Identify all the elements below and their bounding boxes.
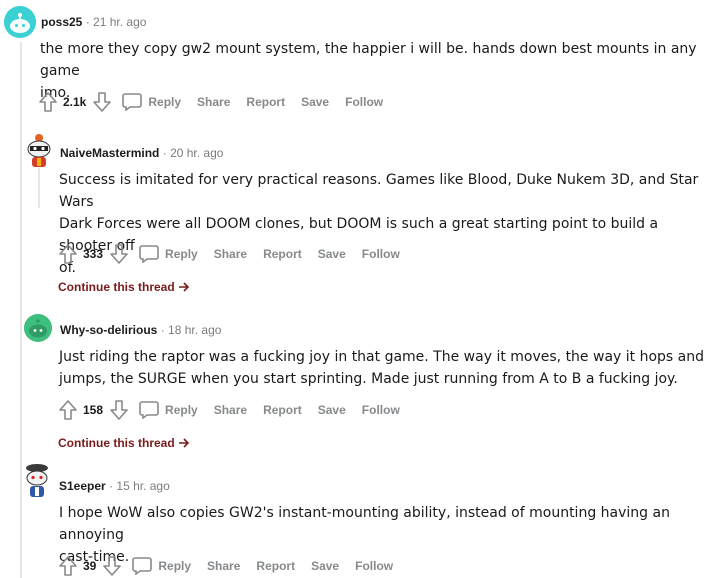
vote-score: 2.1k: [63, 95, 87, 109]
report-button[interactable]: Report: [263, 403, 302, 417]
comment-actions: 333 Reply Share Report Save Follow: [58, 242, 416, 266]
follow-button[interactable]: Follow: [362, 247, 400, 261]
timestamp[interactable]: 20 hr. ago: [170, 146, 223, 160]
report-button[interactable]: Report: [246, 95, 285, 109]
report-button[interactable]: Report: [256, 559, 295, 573]
comment-body: Just riding the raptor was a fucking joy…: [59, 346, 709, 390]
comment-meta: S1eeper · 15 hr. ago: [59, 479, 170, 493]
share-button[interactable]: Share: [214, 247, 247, 261]
comment-meta: poss25 · 21 hr. ago: [41, 15, 146, 29]
snoo-avatar-icon: [26, 464, 48, 497]
comment-meta: Why-so-delirious · 18 hr. ago: [60, 323, 221, 337]
upvote-arrow-icon[interactable]: [38, 92, 58, 112]
comment-actions: 158 Reply Share Report Save Follow: [58, 398, 416, 422]
avatar[interactable]: [24, 132, 54, 168]
timestamp[interactable]: 15 hr. ago: [116, 479, 169, 493]
follow-button[interactable]: Follow: [362, 403, 400, 417]
snoo-avatar-icon: [27, 134, 51, 167]
downvote-arrow-icon[interactable]: [109, 400, 129, 420]
upvote-arrow-icon[interactable]: [58, 556, 78, 576]
meta-separator: ·: [162, 146, 167, 160]
reply-button[interactable]: Reply: [139, 245, 198, 263]
share-button[interactable]: Share: [197, 95, 230, 109]
follow-button[interactable]: Follow: [345, 95, 383, 109]
reply-label: Reply: [165, 247, 198, 261]
thread-line-level1[interactable]: [38, 168, 40, 208]
save-button[interactable]: Save: [318, 403, 346, 417]
reply-label: Reply: [158, 559, 192, 573]
save-button[interactable]: Save: [318, 247, 346, 261]
author-name[interactable]: S1eeper: [59, 479, 106, 493]
meta-separator: ·: [109, 479, 114, 493]
speech-bubble-icon: [122, 93, 143, 111]
share-button[interactable]: Share: [207, 559, 240, 573]
save-button[interactable]: Save: [301, 95, 329, 109]
reply-label: Reply: [165, 403, 198, 417]
save-button[interactable]: Save: [311, 559, 339, 573]
meta-separator: ·: [160, 323, 165, 337]
meta-separator: ·: [85, 15, 90, 29]
continue-thread-link[interactable]: Continue this thread: [58, 280, 190, 294]
report-button[interactable]: Report: [263, 247, 302, 261]
reply-button[interactable]: Reply: [139, 401, 198, 419]
speech-bubble-icon: [132, 557, 153, 575]
avatar[interactable]: [22, 462, 52, 498]
vote-score: 158: [83, 403, 104, 417]
continue-thread-link[interactable]: Continue this thread: [58, 436, 190, 450]
upvote-arrow-icon[interactable]: [58, 244, 78, 264]
follow-button[interactable]: Follow: [355, 559, 393, 573]
avatar[interactable]: [4, 6, 36, 38]
comment-actions: 2.1k Reply Share Report Save Follow: [38, 90, 399, 114]
timestamp[interactable]: 21 hr. ago: [93, 15, 146, 29]
downvote-arrow-icon[interactable]: [92, 92, 112, 112]
downvote-arrow-icon[interactable]: [109, 244, 129, 264]
snoo-avatar-icon: [4, 6, 36, 38]
reply-label: Reply: [148, 95, 182, 109]
comment-text-line: jumps, the SURGE when you start sprintin…: [59, 371, 678, 387]
speech-bubble-icon: [139, 245, 159, 263]
avatar[interactable]: [24, 314, 52, 342]
snoo-avatar-icon: [24, 314, 52, 342]
comment-text-line: the more they copy gw2 mount system, the…: [40, 41, 697, 79]
author-name[interactable]: Why-so-delirious: [60, 323, 157, 337]
share-button[interactable]: Share: [214, 403, 247, 417]
speech-bubble-icon: [139, 401, 159, 419]
author-name[interactable]: poss25: [41, 15, 82, 29]
timestamp[interactable]: 18 hr. ago: [168, 323, 221, 337]
upvote-arrow-icon[interactable]: [58, 400, 78, 420]
downvote-arrow-icon[interactable]: [102, 556, 122, 576]
comment-text-line: Success is imitated for very practical r…: [59, 172, 699, 210]
arrow-right-icon: [178, 282, 189, 292]
author-name[interactable]: NaiveMastermind: [60, 146, 159, 160]
reply-button[interactable]: Reply: [122, 93, 181, 111]
continue-thread-label: Continue this thread: [58, 280, 175, 294]
comment-actions: 39 Reply Share Report Save Follow: [58, 554, 409, 578]
comment-text-line: I hope WoW also copies GW2's instant-mou…: [59, 505, 670, 543]
continue-thread-label: Continue this thread: [58, 436, 175, 450]
vote-score: 333: [83, 247, 104, 261]
reply-button[interactable]: Reply: [132, 557, 191, 575]
vote-score: 39: [83, 559, 97, 573]
comment-meta: NaiveMastermind · 20 hr. ago: [60, 146, 223, 160]
comment-text-line: Just riding the raptor was a fucking joy…: [59, 349, 704, 365]
arrow-right-icon: [178, 438, 189, 448]
